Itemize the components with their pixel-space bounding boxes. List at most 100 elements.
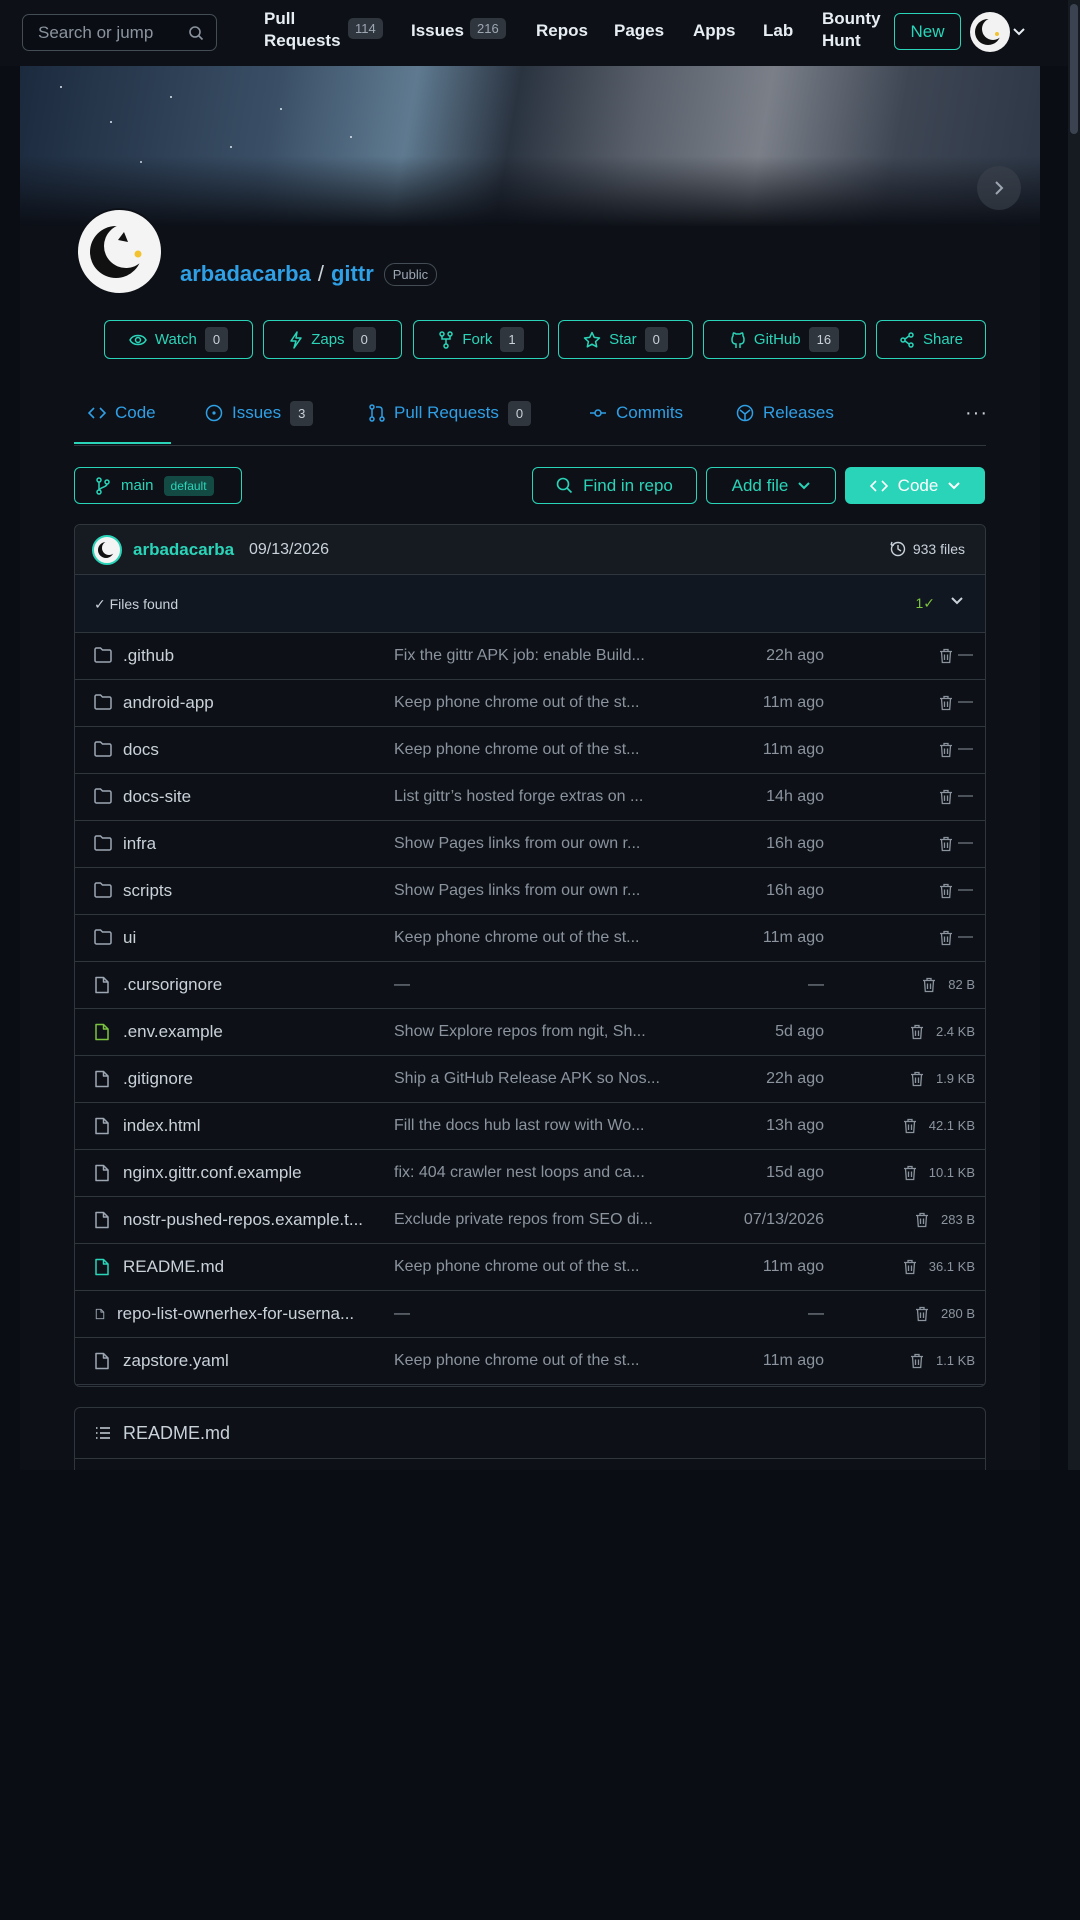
file-name[interactable]: .cursorignore (123, 975, 383, 995)
file-name[interactable]: .env.example (123, 1022, 383, 1042)
repo-name-link[interactable]: gittr (331, 261, 374, 287)
file-row[interactable]: index.html Fill the docs hub last row wit… (75, 1103, 985, 1150)
banner-next-button[interactable] (977, 166, 1021, 210)
watch-button[interactable]: Watch 0 (104, 320, 253, 359)
nav-pull-requests[interactable]: Pull Requests (264, 8, 344, 52)
tab-releases[interactable]: Releases (736, 401, 834, 425)
file-row[interactable]: nginx.gittr.conf.example fix: 404 crawler… (75, 1150, 985, 1197)
nav-issues[interactable]: Issues (411, 20, 464, 42)
file-name[interactable]: docs (123, 740, 383, 760)
commit-message[interactable]: Fill the docs hub last row with Wo... (394, 1117, 679, 1135)
nav-lab[interactable]: Lab (763, 20, 793, 42)
trash-icon[interactable] (939, 883, 953, 899)
file-row[interactable]: android-app Keep phone chrome out of the … (75, 680, 985, 727)
commit-message[interactable]: Show Pages links from our own r... (394, 835, 679, 853)
commit-message[interactable]: Ship a GitHub Release APK so Nos... (394, 1070, 679, 1088)
trash-icon[interactable] (903, 1259, 917, 1275)
trash-icon[interactable] (939, 836, 953, 852)
fork-button[interactable]: Fork 1 (413, 320, 549, 359)
file-name[interactable]: repo-list-ownerhex-for-userna... (117, 1304, 377, 1324)
scrollbar[interactable] (1068, 0, 1080, 1470)
file-name[interactable]: .github (123, 646, 383, 666)
file-row[interactable]: .cursorignore — — 82 B (75, 962, 985, 1009)
repo-owner-link[interactable]: arbadacarba (180, 261, 311, 287)
star-button[interactable]: Star 0 (558, 320, 693, 359)
list-icon[interactable] (95, 1426, 111, 1440)
file-row[interactable]: docs Keep phone chrome out of the st... 11… (75, 727, 985, 774)
tab-issues[interactable]: Issues 3 (205, 400, 314, 426)
commit-message[interactable]: Keep phone chrome out of the st... (394, 1352, 679, 1370)
file-name[interactable]: nostr-pushed-repos.example.t... (123, 1210, 383, 1230)
trash-icon[interactable] (939, 742, 953, 758)
file-name[interactable]: scripts (123, 881, 383, 901)
trash-icon[interactable] (903, 1165, 917, 1181)
user-avatar[interactable] (970, 12, 1010, 52)
file-row[interactable]: infra Show Pages links from our own r... 1… (75, 821, 985, 868)
nav-repos[interactable]: Repos (536, 20, 588, 42)
commit-author[interactable]: arbadacarba (133, 540, 234, 560)
chevron-down-icon[interactable] (951, 597, 963, 605)
branch-selector[interactable]: main default (74, 467, 242, 504)
trash-icon[interactable] (910, 1353, 924, 1369)
trash-icon[interactable] (910, 1071, 924, 1087)
commit-message[interactable]: Keep phone chrome out of the st... (394, 1258, 679, 1276)
more-tabs-button[interactable]: ··· (965, 402, 988, 425)
commit-message[interactable]: Keep phone chrome out of the st... (394, 694, 679, 712)
file-row[interactable]: README.md Keep phone chrome out of the st… (75, 1244, 985, 1291)
add-file-button[interactable]: Add file (706, 467, 836, 504)
file-row[interactable]: repo-list-ownerhex-for-userna... — — 280 B (75, 1291, 985, 1338)
file-name[interactable]: index.html (123, 1116, 383, 1136)
trash-icon[interactable] (939, 789, 953, 805)
tab-code[interactable]: Code (88, 401, 156, 425)
code-button[interactable]: Code (845, 467, 985, 504)
commit-message[interactable]: Exclude private repos from SEO di... (394, 1211, 679, 1229)
trash-icon[interactable] (903, 1118, 917, 1134)
tab-pull-requests[interactable]: Pull Requests 0 (369, 400, 532, 426)
new-button[interactable]: New (894, 13, 961, 50)
share-button[interactable]: Share (876, 320, 986, 359)
commit-message[interactable]: fix: 404 crawler nest loops and ca... (394, 1164, 679, 1182)
trash-icon[interactable] (915, 1306, 929, 1322)
file-name[interactable]: README.md (123, 1257, 383, 1277)
file-name[interactable]: nginx.gittr.conf.example (123, 1163, 383, 1183)
file-name[interactable]: .gitignore (123, 1069, 383, 1089)
nav-bounty-hunt[interactable]: Bounty Hunt (822, 8, 892, 52)
commit-message[interactable]: List gittr’s hosted forge extras on ... (394, 788, 679, 806)
commit-message[interactable]: — (394, 1305, 679, 1323)
file-row[interactable]: docs-site List gittr’s hosted forge extra… (75, 774, 985, 821)
file-row[interactable]: .github Fix the gittr APK job: enable Bui… (75, 633, 985, 680)
commit-message[interactable]: Keep phone chrome out of the st... (394, 929, 679, 947)
commit-message[interactable]: Keep phone chrome out of the st... (394, 741, 679, 759)
files-found-row[interactable]: ✓ Files found 1✓ (75, 575, 985, 633)
commit-message[interactable]: Fix the gittr APK job: enable Build... (394, 647, 679, 665)
trash-icon[interactable] (939, 695, 953, 711)
file-name[interactable]: android-app (123, 693, 383, 713)
commit-message[interactable]: — (394, 976, 679, 994)
scrollbar-thumb[interactable] (1070, 4, 1078, 134)
file-row[interactable]: .gitignore Ship a GitHub Release APK so N… (75, 1056, 985, 1103)
find-in-repo-button[interactable]: Find in repo (532, 467, 697, 504)
file-row[interactable]: nostr-pushed-repos.example.t... Exclude p… (75, 1197, 985, 1244)
github-button[interactable]: GitHub 16 (703, 320, 866, 359)
trash-icon[interactable] (939, 930, 953, 946)
file-row[interactable]: ui Keep phone chrome out of the st... 11m … (75, 915, 985, 962)
zaps-button[interactable]: Zaps 0 (263, 320, 402, 359)
trash-icon[interactable] (939, 648, 953, 664)
file-name[interactable]: docs-site (123, 787, 383, 807)
file-name[interactable]: infra (123, 834, 383, 854)
file-row[interactable]: scripts Show Pages links from our own r..… (75, 868, 985, 915)
file-row[interactable]: zapstore.yaml Keep phone chrome out of th… (75, 1338, 985, 1385)
search-input[interactable]: Search or jump (22, 14, 217, 51)
file-count[interactable]: 933 files (890, 541, 965, 557)
file-name[interactable]: zapstore.yaml (123, 1351, 383, 1371)
trash-icon[interactable] (922, 977, 936, 993)
tab-commits[interactable]: Commits (589, 401, 683, 425)
trash-icon[interactable] (915, 1212, 929, 1228)
commit-message[interactable]: Show Explore repos from ngit, Sh... (394, 1023, 679, 1041)
commit-author-avatar[interactable] (92, 535, 122, 565)
file-row[interactable]: .env.example Show Explore repos from ngit… (75, 1009, 985, 1056)
chevron-down-icon[interactable] (1013, 28, 1025, 36)
nav-apps[interactable]: Apps (693, 20, 736, 42)
nav-pages[interactable]: Pages (614, 20, 664, 42)
commit-message[interactable]: Show Pages links from our own r... (394, 882, 679, 900)
